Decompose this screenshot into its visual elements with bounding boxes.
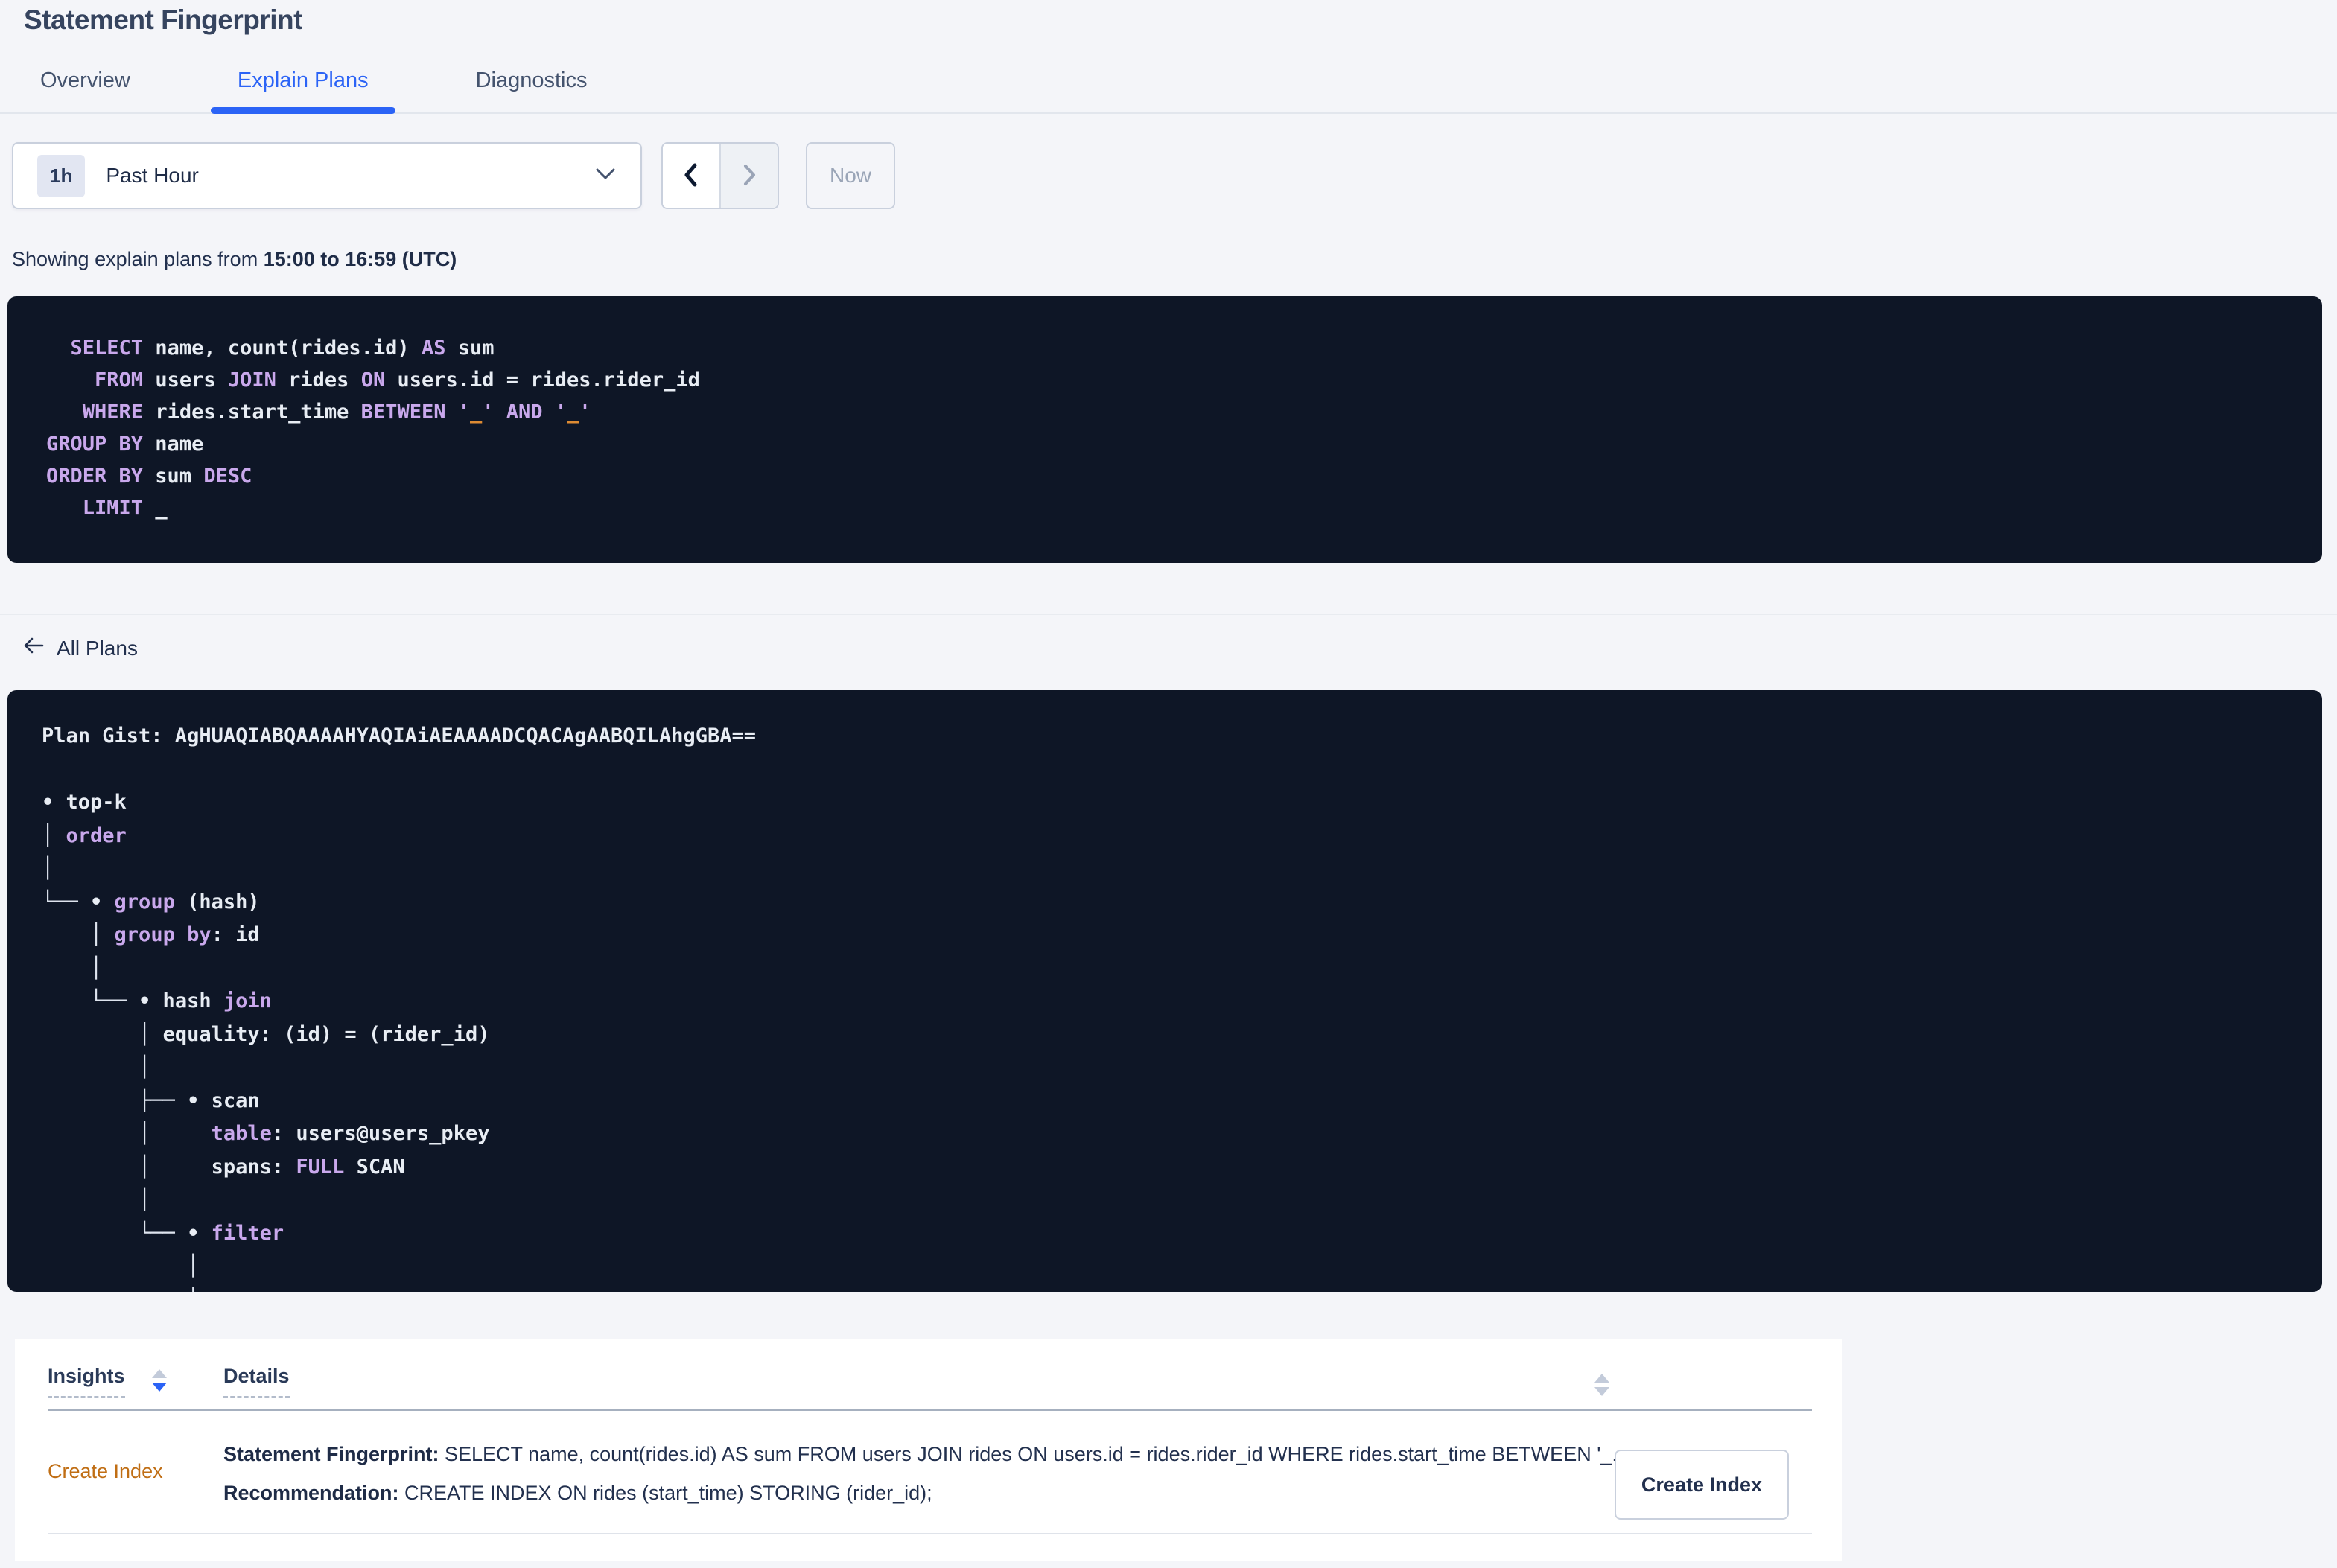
all-plans-label: All Plans xyxy=(57,636,138,660)
tab-explain-plans[interactable]: Explain Plans xyxy=(210,68,395,114)
chevron-down-icon xyxy=(596,168,615,184)
table-header-divider xyxy=(48,1409,1812,1411)
create-index-button[interactable]: Create Index xyxy=(1614,1450,1789,1520)
sort-desc-icon xyxy=(151,1383,167,1392)
recommendation-text: CREATE INDEX ON rides (start_time) STORI… xyxy=(398,1482,932,1504)
time-controls: 1h Past Hour Now xyxy=(12,142,2337,209)
showing-range-value: 15:00 to 16:59 (UTC) xyxy=(263,248,457,270)
showing-range-prefix: Showing explain plans from xyxy=(12,248,264,270)
next-time-button[interactable] xyxy=(721,144,778,208)
recommendation-label: Recommendation: xyxy=(223,1482,399,1504)
plan-gist-tree: Plan Gist: AgHUAQIABQAAAAHYAQIAiAEAAAADC… xyxy=(42,724,757,1292)
plan-gist-panel: Plan Gist: AgHUAQIABQAAAAHYAQIAiAEAAAADC… xyxy=(7,690,2322,1292)
statement-fingerprint-label: Statement Fingerprint: xyxy=(223,1443,439,1465)
sort-asc-icon xyxy=(1594,1374,1609,1383)
page-title: Statement Fingerprint xyxy=(24,4,302,35)
showing-range-text: Showing explain plans from 15:00 to 16:5… xyxy=(12,248,2337,271)
chevron-left-icon xyxy=(683,162,699,190)
insight-details-cell: Statement Fingerprint: SELECT name, coun… xyxy=(223,1435,1629,1512)
arrow-left-icon xyxy=(22,636,45,660)
prev-time-button[interactable] xyxy=(663,144,721,208)
sort-desc-icon xyxy=(1594,1387,1609,1396)
section-divider xyxy=(0,614,2337,615)
sql-statement-panel: SELECT name, count(rides.id) AS sum FROM… xyxy=(7,296,2322,563)
time-interval-badge: 1h xyxy=(37,154,86,197)
sort-arrows-icon[interactable] xyxy=(151,1369,167,1392)
details-column-header[interactable]: Details xyxy=(223,1365,290,1398)
chevron-right-icon xyxy=(741,162,757,190)
time-range-select[interactable]: 1h Past Hour xyxy=(12,142,642,209)
tab-overview[interactable]: Overview xyxy=(37,68,133,112)
table-row-divider xyxy=(48,1533,1812,1534)
time-range-label: Past Hour xyxy=(106,164,199,187)
statement-fingerprint-line: Statement Fingerprint: SELECT name, coun… xyxy=(223,1435,1629,1473)
tab-diagnostics[interactable]: Diagnostics xyxy=(473,68,591,112)
insights-header-label: Insights xyxy=(48,1365,125,1398)
sort-asc-icon xyxy=(151,1369,167,1378)
time-pager xyxy=(661,142,779,209)
statement-fingerprint-text: SELECT name, count(rides.id) AS sum FROM… xyxy=(439,1443,1629,1465)
all-plans-link[interactable]: All Plans xyxy=(22,636,138,660)
sql-statement-code: SELECT name, count(rides.id) AS sum FROM… xyxy=(46,337,700,520)
insights-column-header[interactable]: Insights xyxy=(48,1365,167,1398)
tab-bar: Overview Explain Plans Diagnostics xyxy=(0,68,2337,114)
now-button[interactable]: Now xyxy=(806,142,895,209)
details-header-label: Details xyxy=(223,1365,290,1398)
sort-arrows-icon[interactable] xyxy=(1594,1374,1609,1396)
recommendation-line: Recommendation: CREATE INDEX ON rides (s… xyxy=(223,1473,1629,1512)
insight-type-link[interactable]: Create Index xyxy=(48,1460,163,1483)
insights-table: Insights Details Create Index Statement … xyxy=(15,1339,1842,1561)
